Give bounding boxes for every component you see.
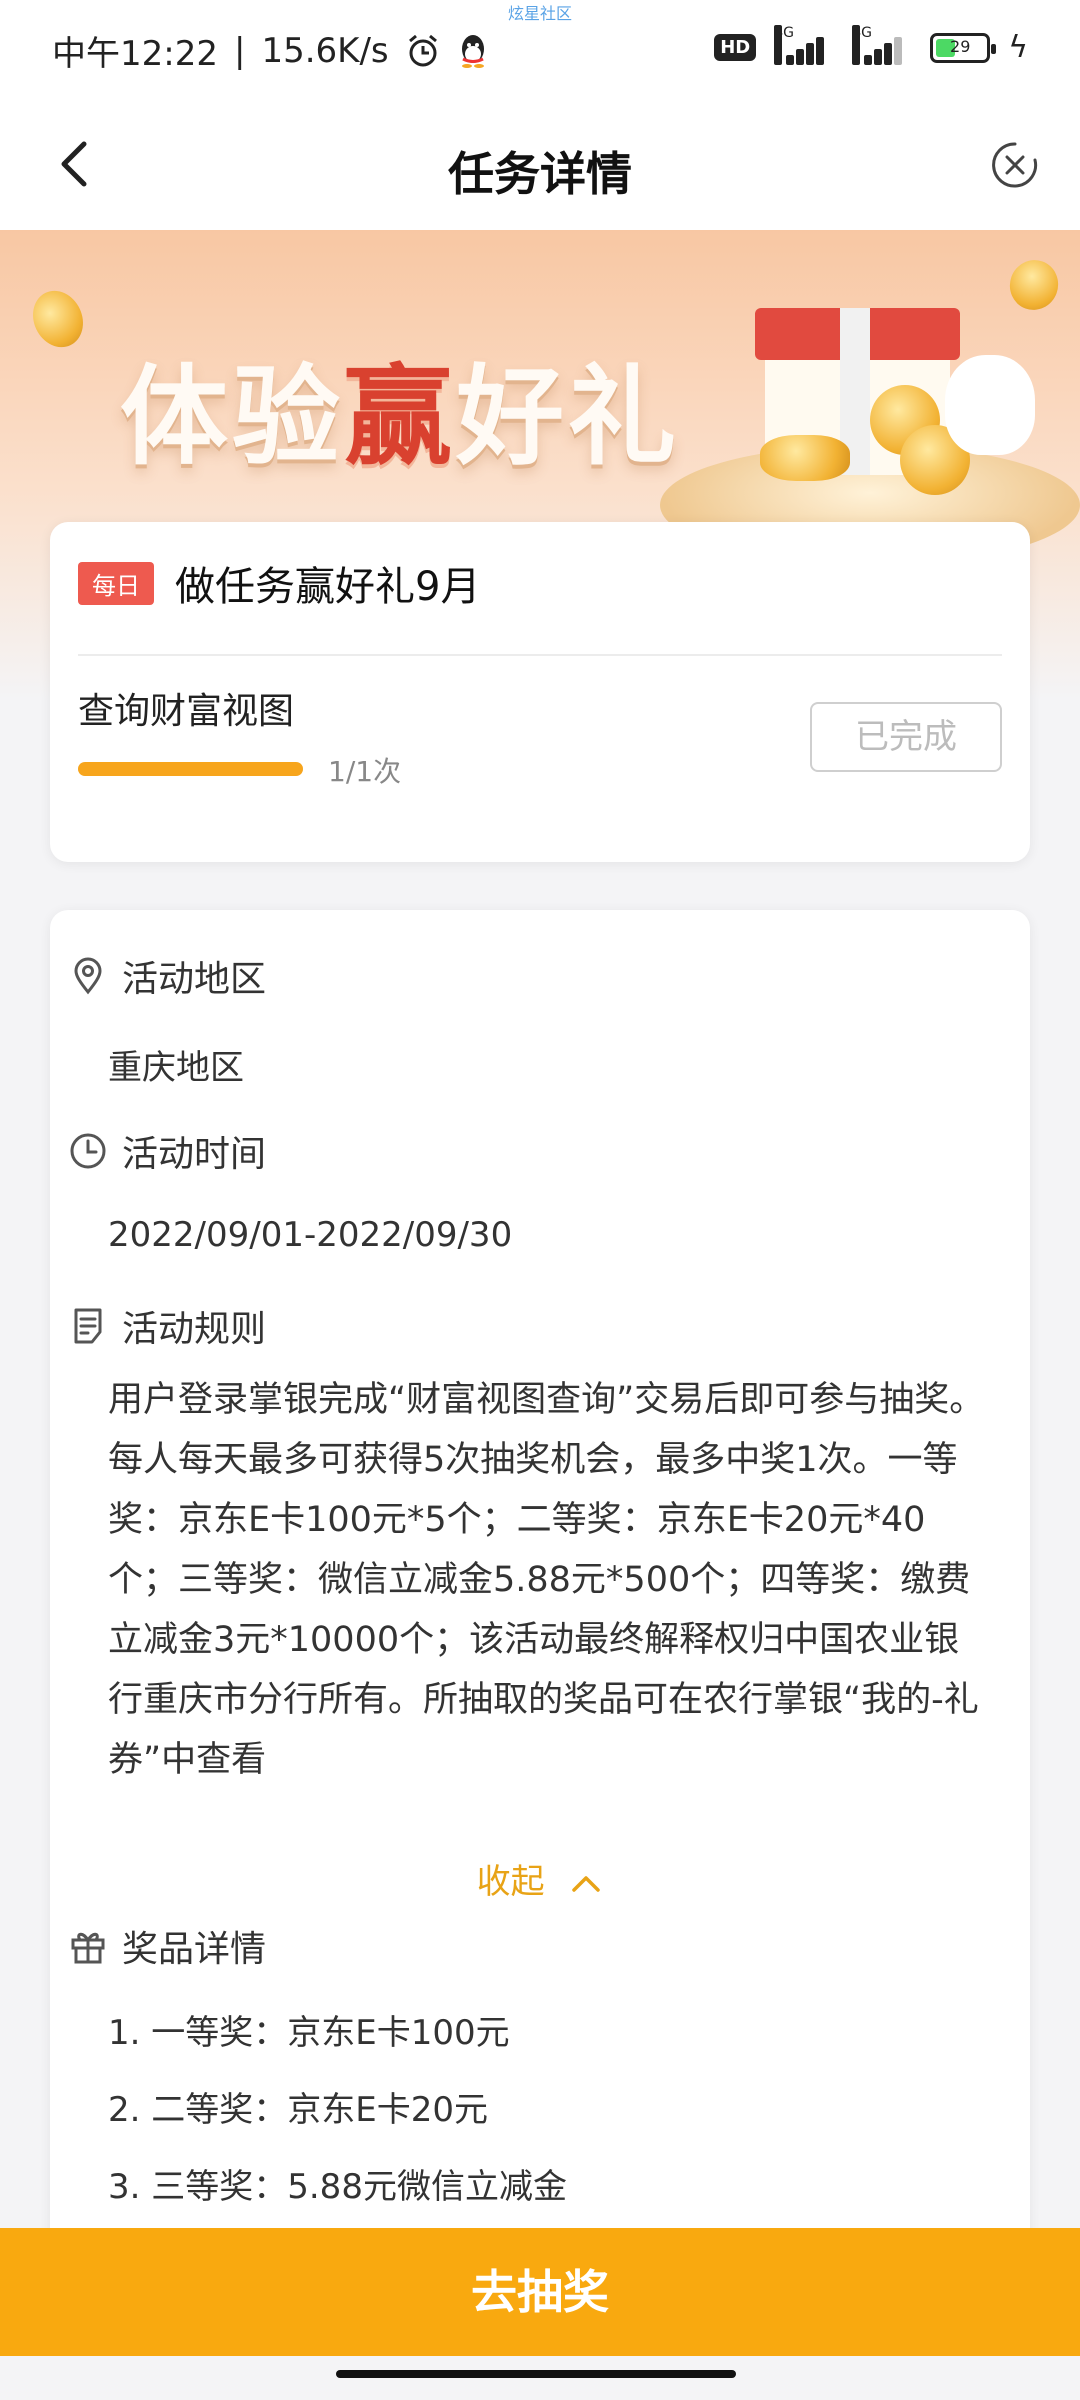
- signal-icon: 4G: [774, 24, 834, 65]
- progress-bar: [78, 762, 303, 776]
- banner-title-post: 好礼: [456, 355, 681, 480]
- coin-decoration: [1002, 253, 1066, 317]
- prize-item: 2. 二等奖：京东E卡20元: [108, 2090, 488, 2130]
- region-heading-label: 活动地区: [122, 959, 267, 1000]
- completed-button[interactable]: 已完成: [810, 702, 1002, 772]
- battery-icon: 29: [930, 32, 997, 63]
- region-value: 重庆地区: [108, 1048, 244, 1088]
- banner-title-highlight: 赢: [344, 355, 457, 480]
- time-heading-label: 活动时间: [122, 1134, 267, 1175]
- collapse-label: 收起: [476, 1862, 545, 1902]
- network-type-2: 4G: [852, 24, 872, 65]
- gold-ingot-image: [760, 435, 850, 481]
- task-title: 做任务赢好礼9月: [175, 564, 481, 610]
- time-value: 2022/09/01-2022/09/30: [108, 1215, 513, 1255]
- task-name: 查询财富视图: [78, 691, 295, 732]
- status-right: HD 4G 4G 29 ϟ: [714, 24, 1028, 65]
- task-card: 每日 做任务赢好礼9月 查询财富视图 1/1次 已完成: [50, 522, 1030, 862]
- gift-icon: [71, 1932, 105, 1964]
- nav-bar: 任务详情: [0, 100, 1080, 230]
- prize-item: 1. 一等奖：京东E卡100元: [108, 2013, 510, 2053]
- coin-decoration: [23, 282, 93, 356]
- progress-fill: [78, 762, 303, 776]
- bottom-bar: 去抽奖: [0, 2228, 1080, 2356]
- clock-icon: [70, 1133, 106, 1169]
- status-bar: 炫星社区 中午12:22 | 15.6K/s HD 4G 4G 29 ϟ: [0, 0, 1080, 100]
- document-icon: [74, 1308, 102, 1344]
- location-icon: [74, 957, 102, 995]
- progress-text: 1/1次: [328, 755, 402, 788]
- status-speed: 15.6K/s: [261, 30, 389, 71]
- prizes-heading-label: 奖品详情: [122, 1929, 267, 1970]
- region-heading: 活动地区: [68, 950, 266, 1002]
- signal-icon-2: 4G: [852, 24, 912, 65]
- banner-title-pre: 体验: [120, 355, 345, 480]
- close-icon[interactable]: [990, 140, 1040, 190]
- qq-icon: [461, 34, 484, 68]
- daily-badge: 每日: [78, 562, 154, 605]
- network-type: 4G: [774, 24, 794, 65]
- rules-heading-label: 活动规则: [122, 1309, 267, 1350]
- status-left: 中午12:22 | 15.6K/s: [52, 26, 489, 75]
- chevron-up-icon: [572, 1875, 601, 1892]
- banner-title: 体验赢好礼: [120, 330, 680, 486]
- page-title: 任务详情: [448, 147, 632, 201]
- rules-text: 用户登录掌银完成“财富视图查询”交易后即可参与抽奖。每人每天最多可获得5次抽奖机…: [108, 1380, 985, 1780]
- home-indicator[interactable]: [336, 2370, 736, 2378]
- status-time: 中午12:22: [52, 34, 218, 74]
- prizes-heading: 奖品详情: [68, 1920, 266, 1972]
- status-separator: |: [233, 30, 246, 71]
- activity-info-card: 活动地区 重庆地区 活动时间 2022/09/01-2022/09/30 活动规…: [50, 910, 1030, 2340]
- prize-item: 3. 三等奖：5.88元微信立减金: [108, 2167, 567, 2207]
- time-heading: 活动时间: [68, 1125, 266, 1177]
- battery-level: 29: [950, 36, 971, 56]
- mascot-image: [945, 355, 1035, 455]
- charging-icon: ϟ: [1008, 30, 1028, 65]
- status-caption: 炫星社区: [507, 4, 572, 23]
- rules-heading: 活动规则: [68, 1300, 266, 1352]
- collapse-button[interactable]: 收起: [50, 1854, 1030, 1903]
- go-lottery-button[interactable]: 去抽奖: [0, 2228, 1080, 2356]
- hd-badge: HD: [714, 34, 757, 61]
- divider: [78, 654, 1002, 656]
- alarm-icon: [408, 34, 437, 66]
